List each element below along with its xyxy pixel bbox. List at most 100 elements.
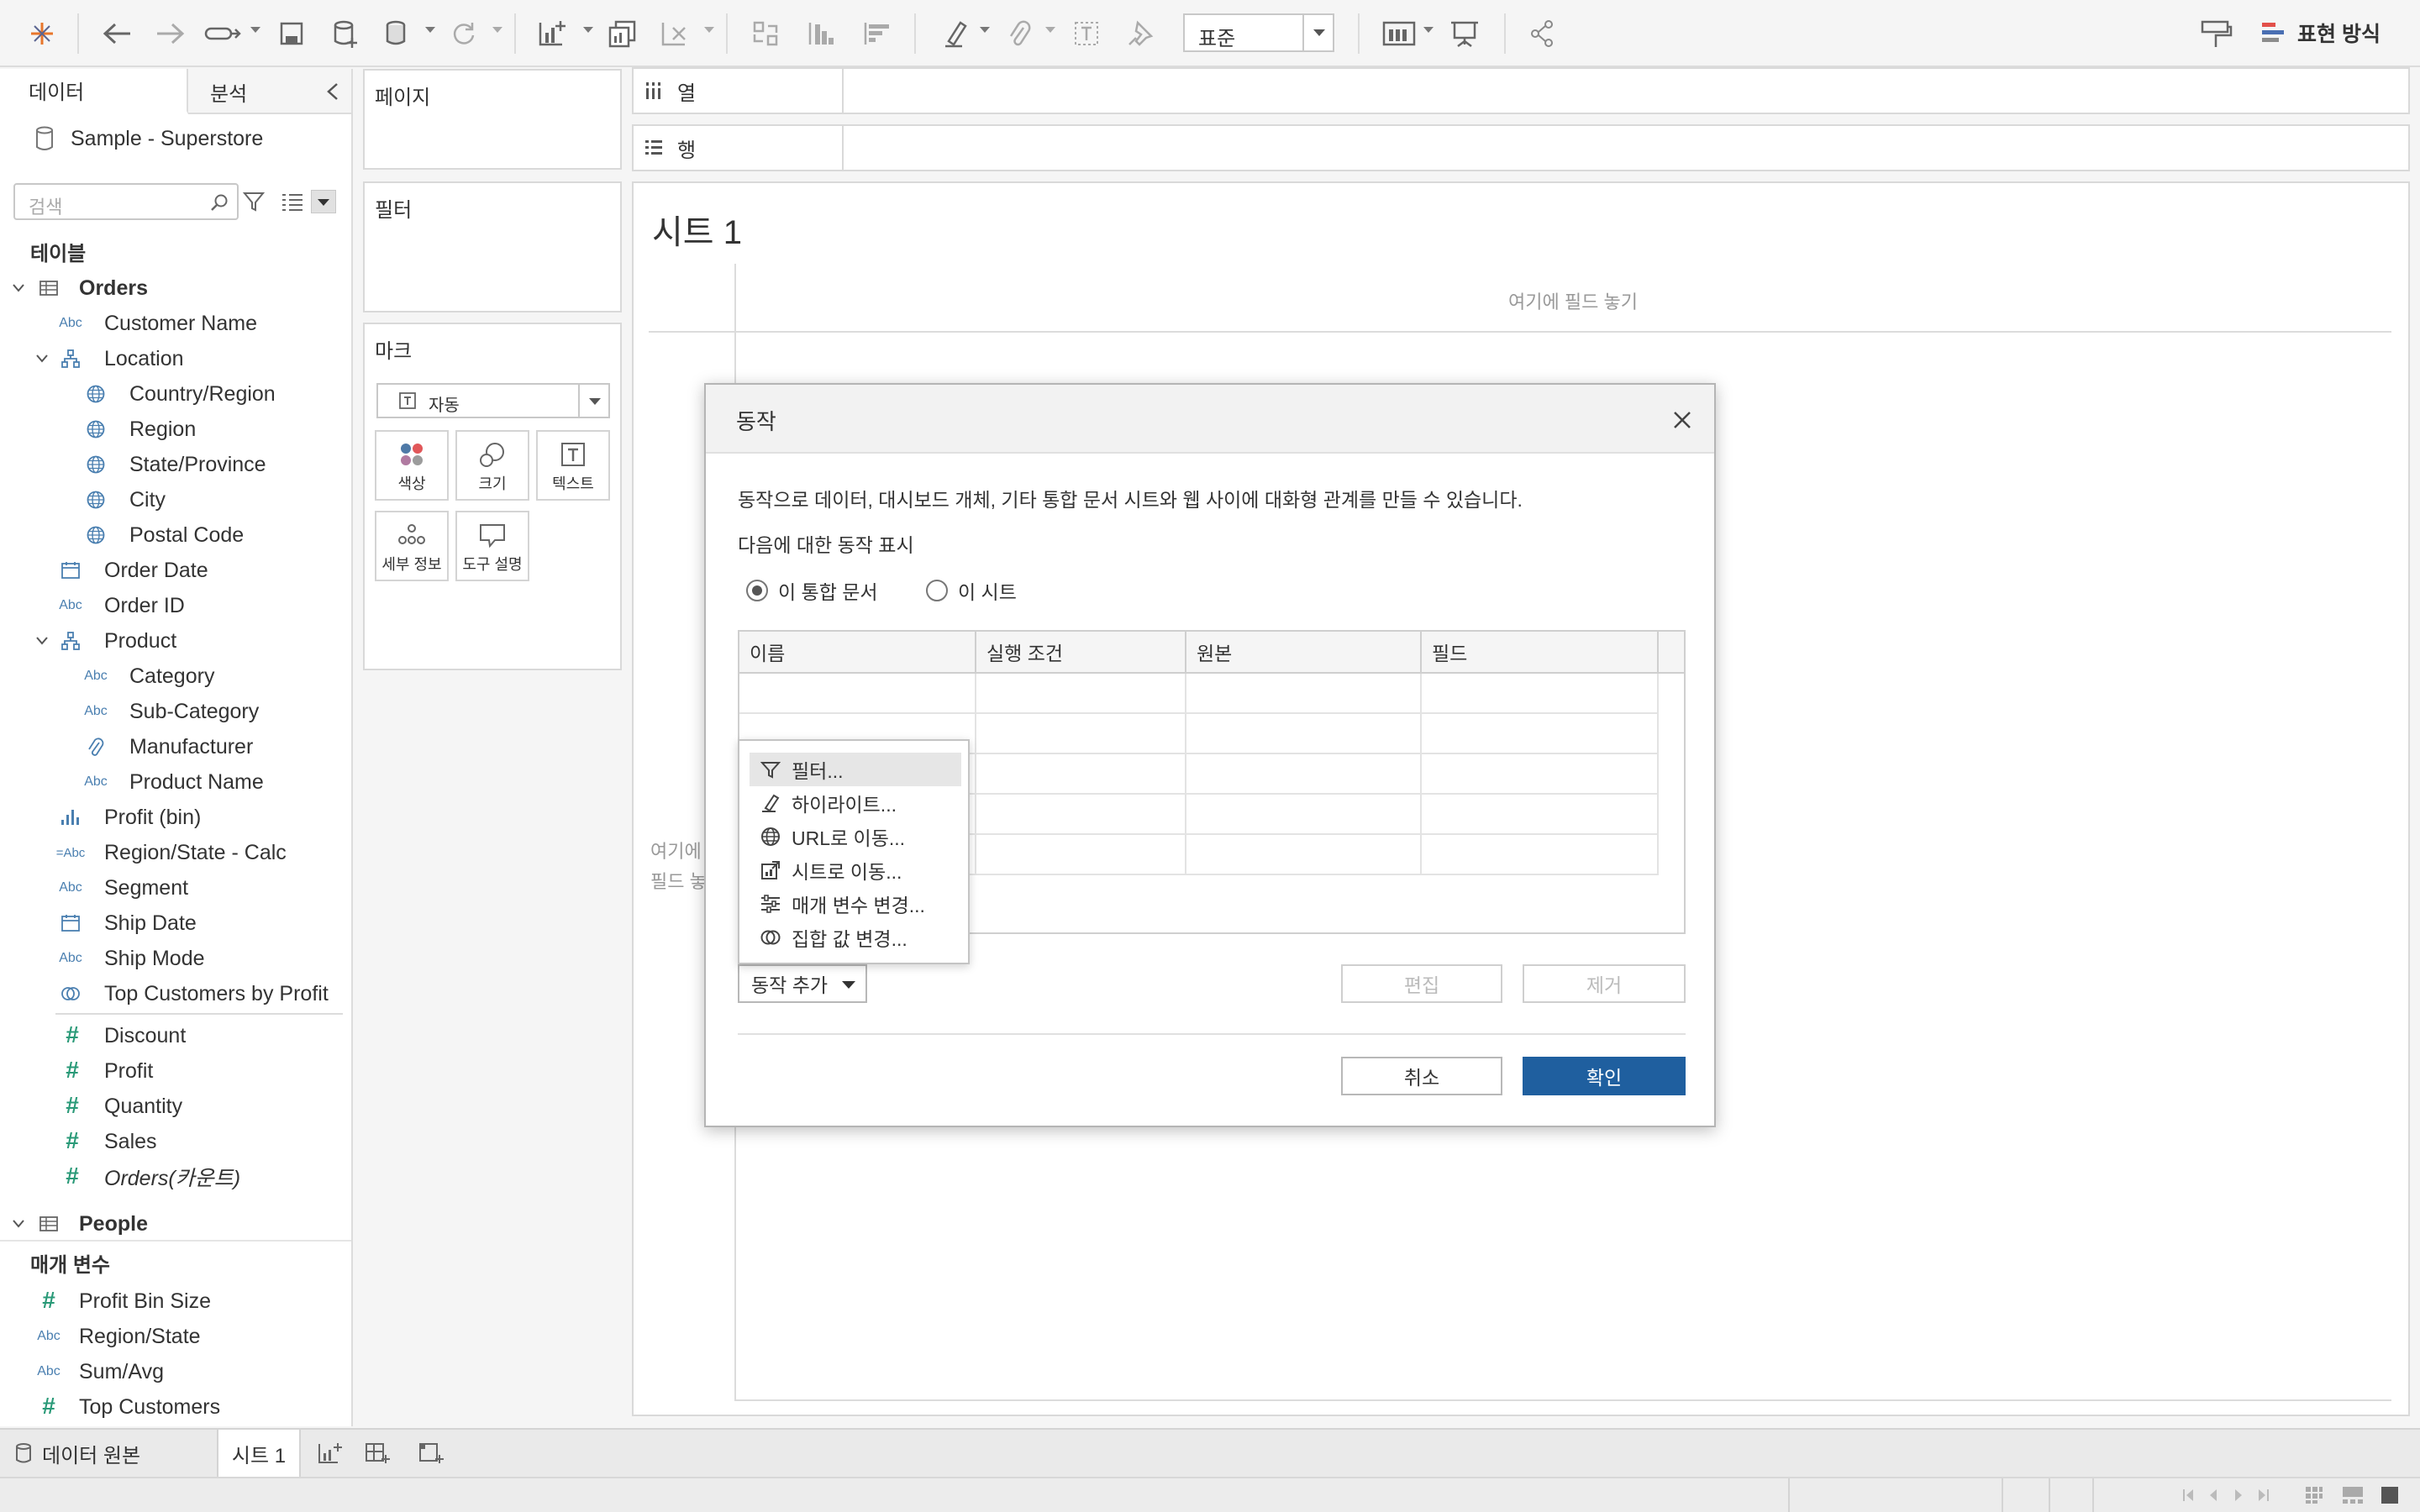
radio-this-sheet[interactable]: 이 시트	[926, 576, 1017, 605]
color-mark-button[interactable]: 색상	[375, 430, 449, 501]
swap-rows-columns-icon[interactable]	[746, 12, 785, 55]
redo-icon[interactable]	[151, 12, 190, 55]
chevron-down-icon[interactable]	[12, 1218, 25, 1230]
show-cards-icon[interactable]	[1378, 12, 1420, 55]
field-item[interactable]: Product	[0, 623, 351, 659]
group-members-icon[interactable]	[1000, 12, 1039, 55]
undo-icon[interactable]	[97, 12, 136, 55]
show-me-button[interactable]: 표현 방식	[2260, 13, 2381, 52]
field-item[interactable]: State/Province	[0, 447, 351, 482]
sort-ascending-icon[interactable]	[802, 12, 840, 55]
tabs-view-icon[interactable]	[2380, 1485, 2400, 1505]
menu-item-go-to-sheet[interactable]: 시트로 이동...	[750, 853, 961, 887]
filmstrip-view-icon[interactable]	[2341, 1485, 2365, 1505]
datasource-item[interactable]: Sample - Superstore	[0, 116, 351, 161]
menu-item-filter[interactable]: 필터...	[750, 753, 961, 786]
format-painter-icon[interactable]	[2195, 12, 2237, 55]
field-item[interactable]: Manufacturer	[0, 729, 351, 764]
cancel-button[interactable]: 취소	[1341, 1057, 1502, 1095]
field-item[interactable]: Order Date	[0, 553, 351, 588]
column-header-run-on[interactable]: 실행 조건	[976, 632, 1186, 672]
field-item[interactable]: Postal Code	[0, 517, 351, 553]
chevron-down-icon[interactable]	[35, 635, 49, 647]
close-icon[interactable]	[1672, 410, 1692, 430]
radio-this-workbook[interactable]: 이 통합 문서	[746, 576, 878, 605]
tab-sheet-1[interactable]: 시트 1	[217, 1430, 301, 1477]
chevron-down-icon[interactable]	[12, 282, 25, 294]
refresh-dropdown-icon[interactable]	[492, 27, 502, 33]
fix-axes-icon[interactable]	[1121, 12, 1160, 55]
detail-mark-button[interactable]: 세부 정보	[375, 511, 449, 581]
sort-descending-icon[interactable]	[857, 12, 896, 55]
field-item[interactable]: Abc Category	[0, 659, 351, 694]
radio-button[interactable]	[926, 580, 948, 601]
pause-updates-icon[interactable]	[378, 12, 417, 55]
column-header-name[interactable]: 이름	[739, 632, 976, 672]
clear-dropdown-icon[interactable]	[704, 27, 714, 33]
table-orders[interactable]: Orders	[0, 270, 351, 306]
rows-shelf[interactable]: 행	[632, 124, 2410, 171]
new-dashboard-tab-icon[interactable]	[356, 1430, 398, 1477]
pages-card[interactable]: 페이지	[363, 69, 622, 170]
field-item[interactable]: Location	[0, 341, 351, 376]
tab-datasource[interactable]: 데이터 원본	[0, 1430, 217, 1477]
sheet-title[interactable]: 시트 1	[652, 205, 742, 254]
measure-item[interactable]: # Discount	[0, 1018, 351, 1053]
ok-button[interactable]: 확인	[1523, 1057, 1686, 1095]
new-worksheet-icon[interactable]	[533, 12, 571, 55]
tab-data[interactable]: 데이터	[0, 69, 188, 114]
new-worksheet-dropdown-icon[interactable]	[583, 27, 593, 33]
field-item[interactable]: Profit (bin)	[0, 800, 351, 835]
menu-item-go-to-url[interactable]: URL로 이동...	[750, 820, 961, 853]
share-icon[interactable]	[1523, 12, 1561, 55]
label-mark-button[interactable]: 텍스트	[536, 430, 610, 501]
presentation-mode-icon[interactable]	[1445, 12, 1484, 55]
field-item[interactable]: Abc Segment	[0, 870, 351, 906]
replay-dropdown-icon[interactable]	[250, 27, 260, 33]
menu-item-highlight[interactable]: 하이라이트...	[750, 786, 961, 820]
field-item[interactable]: Abc Product Name	[0, 764, 351, 800]
parameter-item[interactable]: Abc Region/State	[0, 1319, 351, 1354]
new-story-tab-icon[interactable]	[410, 1430, 452, 1477]
field-item[interactable]: Abc Ship Mode	[0, 941, 351, 976]
field-item[interactable]: Region	[0, 412, 351, 447]
search-input[interactable]: 검색	[13, 183, 239, 220]
column-header-source[interactable]: 원본	[1186, 632, 1422, 672]
tableau-logo-icon[interactable]	[24, 12, 60, 55]
measure-item[interactable]: # Orders(카운트)	[0, 1159, 351, 1194]
clear-sheet-icon[interactable]	[655, 12, 694, 55]
new-worksheet-tab-icon[interactable]	[309, 1430, 351, 1477]
parameter-item[interactable]: # Profit Bin Size	[0, 1284, 351, 1319]
size-mark-button[interactable]: 크기	[455, 430, 529, 501]
radio-button-selected[interactable]	[746, 580, 768, 601]
menu-item-change-parameter[interactable]: 매개 변수 변경...	[750, 887, 961, 921]
columns-shelf[interactable]: 열	[632, 67, 2410, 114]
highlight-dropdown-icon[interactable]	[980, 27, 990, 33]
new-datasource-icon[interactable]	[326, 12, 365, 55]
show-cards-dropdown-icon[interactable]	[1423, 27, 1434, 33]
add-action-button[interactable]: 동작 추가	[738, 964, 867, 1003]
parameter-item[interactable]: Abc Sum/Avg	[0, 1354, 351, 1389]
remove-button[interactable]: 제거	[1523, 964, 1686, 1003]
save-icon[interactable]	[272, 12, 311, 55]
drop-field-columns-hint[interactable]: 여기에 필드 놓기	[634, 287, 2412, 314]
field-item[interactable]: Ship Date	[0, 906, 351, 941]
measure-item[interactable]: # Profit	[0, 1053, 351, 1089]
duplicate-sheet-icon[interactable]	[603, 12, 642, 55]
measure-item[interactable]: # Sales	[0, 1124, 351, 1159]
filter-fields-icon[interactable]	[242, 190, 266, 213]
column-header-fields[interactable]: 필드	[1422, 632, 1659, 672]
mark-type-dropdown-icon[interactable]	[578, 385, 608, 417]
chevron-down-icon[interactable]	[35, 353, 49, 365]
edit-button[interactable]: 편집	[1341, 964, 1502, 1003]
fit-select[interactable]: 표준	[1183, 13, 1334, 52]
menu-item-change-set-values[interactable]: 집합 값 변경...	[750, 921, 961, 954]
parameter-item[interactable]: # Top Customers	[0, 1389, 351, 1425]
collapse-pane-icon[interactable]	[326, 82, 339, 105]
field-item[interactable]: Country/Region	[0, 376, 351, 412]
replay-animation-icon[interactable]	[202, 12, 244, 55]
field-item[interactable]: =Abc Region/State - Calc	[0, 835, 351, 870]
field-item[interactable]: City	[0, 482, 351, 517]
refresh-icon[interactable]	[444, 12, 482, 55]
table-row[interactable]	[739, 674, 1659, 714]
